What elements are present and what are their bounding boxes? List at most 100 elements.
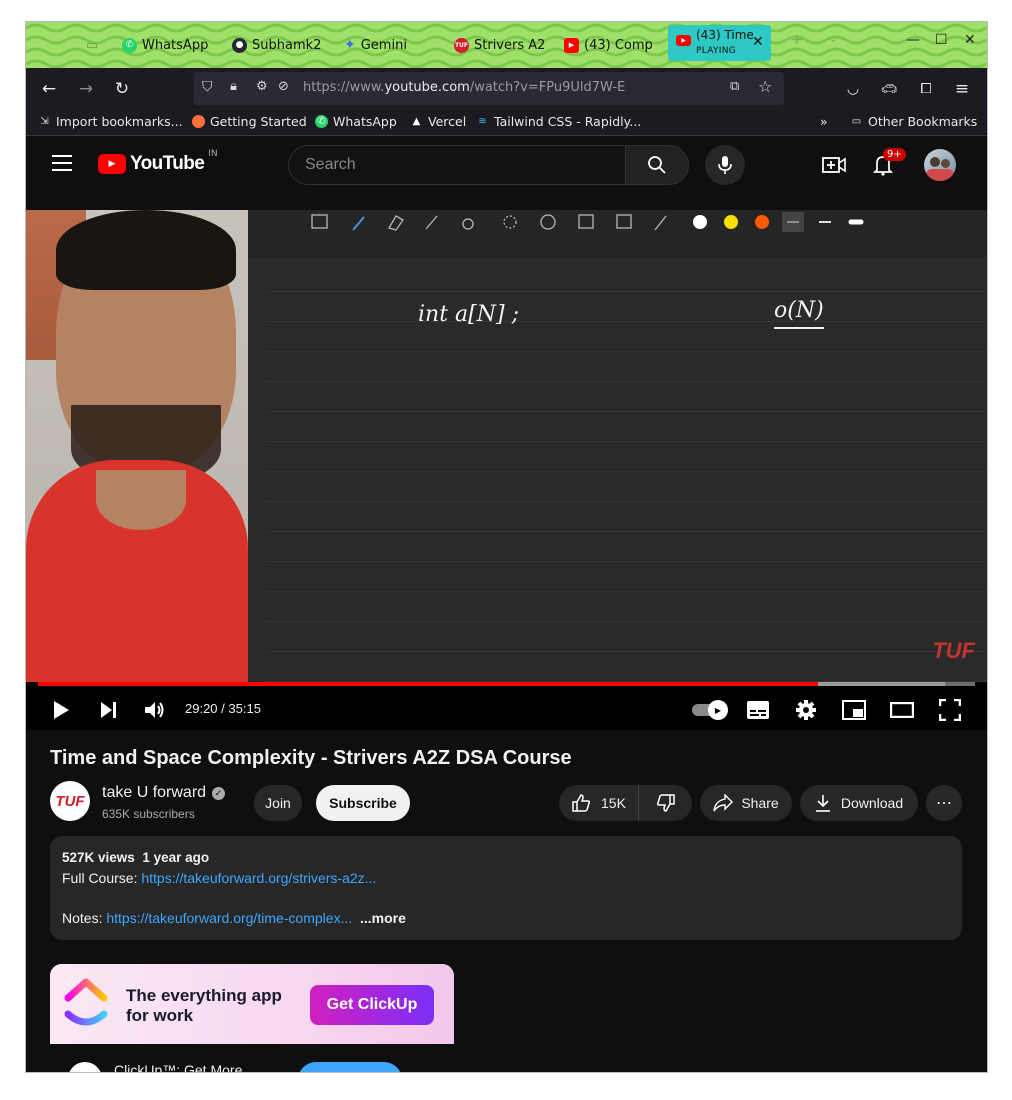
channel-name-text: take U forward xyxy=(102,784,207,801)
bookmark-import[interactable]: ⇲ Import bookmarks... xyxy=(38,114,182,129)
more-actions-icon[interactable]: ⋯ xyxy=(926,785,962,821)
fullscreen-button[interactable] xyxy=(936,696,964,724)
subscribe-button[interactable]: Subscribe xyxy=(316,785,410,821)
next-icon xyxy=(101,702,116,718)
dislike-button[interactable] xyxy=(639,785,692,821)
lock-icon[interactable]: 🔒︎ xyxy=(230,79,237,94)
tab-active-youtube[interactable]: ▶ (43) Time PLAYING ✕ xyxy=(668,25,771,61)
url-bar[interactable]: ⛉ 🔒︎ ⚙ ⊘ https://www.youtube.com/watch?v… xyxy=(194,72,784,105)
search-input[interactable]: Search xyxy=(288,145,626,185)
next-button[interactable] xyxy=(94,696,122,724)
subtitles-icon xyxy=(747,701,769,719)
account-avatar[interactable] xyxy=(924,149,956,181)
reload-icon[interactable]: ↻ xyxy=(111,78,133,100)
video-player[interactable]: int a[N] ; o(N) TUF 29:20 / 35:15 ▶ xyxy=(26,210,987,730)
notes-link[interactable]: https://takeuforward.org/time-complex... xyxy=(106,910,352,926)
progress-bar[interactable] xyxy=(38,682,975,686)
like-button[interactable]: 15K xyxy=(559,785,639,821)
whatsapp-icon: ✆ xyxy=(315,115,328,128)
course-label: Full Course: xyxy=(62,870,142,886)
theater-mode-button[interactable] xyxy=(888,696,916,724)
played-bar xyxy=(38,682,818,686)
notifications-bell-icon[interactable]: 9+ xyxy=(871,148,906,177)
tab-youtube-complexity[interactable]: ▶ (43) Compl xyxy=(564,32,652,58)
ad-secondary-button[interactable] xyxy=(298,1062,402,1072)
bookmarks-toolbar: ⇲ Import bookmarks... Getting Started ✆ … xyxy=(26,110,987,136)
pen-tool-icon xyxy=(352,216,365,231)
picture-in-picture-icon[interactable]: ⧉ xyxy=(730,79,739,94)
pocket-icon[interactable]: ◡ xyxy=(842,78,864,100)
gear-icon xyxy=(796,700,816,720)
autoplay-toggle[interactable]: ▶ xyxy=(690,696,728,724)
miniplayer-button[interactable] xyxy=(840,696,868,724)
tab-label: Subhamk2 xyxy=(252,37,322,53)
other-bookmarks[interactable]: ▭ Other Bookmarks xyxy=(850,114,978,129)
bookmark-vercel[interactable]: ▲ Vercel xyxy=(410,114,467,129)
tab-folder[interactable]: ▭ xyxy=(86,32,100,58)
ad-cta-button[interactable]: Get ClickUp xyxy=(310,985,434,1025)
autoplay-blocked-icon[interactable]: ⊘ xyxy=(278,79,289,94)
volume-icon xyxy=(145,702,164,718)
youtube-header: ▶ YouTube IN Search 9+ xyxy=(26,137,987,193)
bookmark-tailwind[interactable]: ≋ Tailwind CSS - Rapidly... xyxy=(476,114,641,129)
search-button[interactable] xyxy=(625,145,689,185)
ad-banner[interactable]: The everything app for work Get ClickUp xyxy=(50,964,454,1044)
ad-card[interactable]: The everything app for work Get ClickUp … xyxy=(50,964,454,1072)
whatsapp-icon: ✆ xyxy=(122,37,137,53)
theater-mode-icon xyxy=(890,702,914,718)
player-controls: 29:20 / 35:15 ▶ xyxy=(26,690,987,730)
back-icon[interactable]: ← xyxy=(38,78,60,100)
permissions-icon[interactable]: ⚙ xyxy=(256,79,268,94)
new-tab-icon[interactable]: + xyxy=(791,32,803,48)
guide-menu-icon[interactable] xyxy=(52,155,72,171)
tab-gemini[interactable]: ✦ Gemini xyxy=(344,32,434,58)
show-more-button[interactable]: ...more xyxy=(360,910,406,926)
fullscreen-icon xyxy=(939,699,961,721)
folder-icon: ▭ xyxy=(851,116,862,127)
minimize-icon[interactable]: — xyxy=(906,32,920,48)
video-frame[interactable]: int a[N] ; o(N) TUF xyxy=(26,210,987,682)
search-icon xyxy=(648,156,666,174)
channel-name[interactable]: take U forward ✓ xyxy=(102,784,226,802)
youtube-logo[interactable]: ▶ YouTube IN xyxy=(98,149,218,175)
description-box[interactable]: 527K views 1 year ago Full Course: https… xyxy=(50,836,962,940)
close-window-icon[interactable]: ✕ xyxy=(964,32,976,48)
extensions-puzzle-icon[interactable]: ⧠ xyxy=(915,78,937,100)
download-button[interactable]: Download xyxy=(800,785,918,821)
volume-button[interactable] xyxy=(141,696,169,724)
tab-list-chevron-icon[interactable]: ⌄ xyxy=(829,32,838,45)
shield-icon[interactable]: ⛉ xyxy=(202,79,213,95)
subtitles-button[interactable] xyxy=(744,696,772,724)
extension-car-icon[interactable]: 🚗︎ xyxy=(878,78,900,100)
tab-github[interactable]: ● Subhamk2 xyxy=(232,32,326,58)
github-icon: ● xyxy=(232,37,247,53)
bookmark-star-icon[interactable]: ☆ xyxy=(758,77,772,96)
url-text[interactable]: https://www.youtube.com/watch?v=FPu9Uld7… xyxy=(303,80,625,95)
bookmark-getting-started[interactable]: Getting Started xyxy=(192,114,307,129)
tab-strivers[interactable]: TUF Strivers A2 xyxy=(454,32,544,58)
share-button[interactable]: Share xyxy=(700,785,792,821)
voice-search-button[interactable] xyxy=(705,145,745,185)
tab-label: Gemini xyxy=(360,37,407,53)
close-tab-icon[interactable]: ✕ xyxy=(752,34,764,50)
create-video-icon[interactable] xyxy=(822,154,846,176)
browser-window: ▭ ✆ WhatsApp ● Subhamk2 ✦ Gemini TUF Str… xyxy=(26,22,987,1072)
maximize-icon[interactable]: ☐ xyxy=(935,32,948,48)
gemini-icon: ✦ xyxy=(344,37,356,53)
folder-icon: ▭ xyxy=(86,37,99,53)
tab-label: Strivers A2 xyxy=(474,37,544,53)
bookmark-whatsapp[interactable]: ✆ WhatsApp xyxy=(315,114,397,129)
menu-hamburger-icon[interactable]: ≡ xyxy=(951,78,973,100)
other-bookmarks-label: Other Bookmarks xyxy=(868,114,978,129)
settings-button[interactable] xyxy=(792,696,820,724)
forward-icon[interactable]: → xyxy=(75,78,97,100)
bookmarks-overflow-icon[interactable]: » xyxy=(820,114,828,129)
active-tab-title: (43) Time xyxy=(696,28,754,42)
tab-whatsapp[interactable]: ✆ WhatsApp xyxy=(122,32,232,58)
sticker-tool-icon xyxy=(540,214,556,230)
course-link[interactable]: https://takeuforward.org/strivers-a2z... xyxy=(141,870,376,886)
play-button[interactable] xyxy=(47,696,75,724)
channel-avatar[interactable]: TUF xyxy=(50,781,90,821)
search-placeholder: Search xyxy=(305,156,356,173)
join-button[interactable]: Join xyxy=(254,785,302,821)
